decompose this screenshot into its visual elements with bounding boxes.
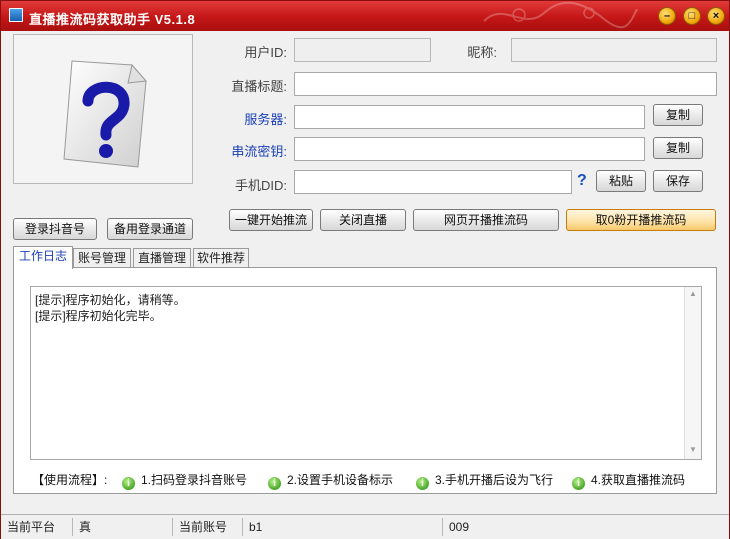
app-icon (9, 8, 23, 22)
usage-title: 【使用流程】: (32, 473, 108, 487)
info-icon: i (572, 477, 585, 490)
close-live-button[interactable]: 关闭直播 (320, 209, 406, 231)
close-live-label: 关闭直播 (338, 213, 387, 227)
device-did-label: 手机DID: (234, 178, 287, 193)
log-textarea[interactable]: [提示]程序初始化，请稍等。 [提示]程序初始化完毕。 ▲ ▼ (30, 286, 702, 460)
usage-step-1-text: 1.扫码登录抖音账号 (141, 473, 248, 487)
tab-live-manage-label: 直播管理 (137, 251, 186, 265)
login-douyin-button[interactable]: 登录抖音号 (13, 218, 97, 240)
scroll-down-icon[interactable]: ▼ (689, 445, 697, 454)
unknown-file-icon (63, 60, 148, 168)
title-bar[interactable]: 直播推流码获取助手 V5.1.8 – □ × (1, 1, 729, 31)
maximize-button[interactable]: □ (683, 7, 701, 25)
tab-software-recommend[interactable]: 软件推荐 (193, 248, 249, 268)
usage-step-3: i 3.手机开播后设为飞行 (416, 471, 553, 490)
log-line: [提示]程序初始化，请稍等。 (35, 293, 186, 307)
status-platform-label: 当前平台 (1, 518, 73, 536)
device-did-input[interactable] (294, 170, 572, 194)
copy-server-label: 复制 (665, 108, 690, 122)
start-push-label: 一键开始推流 (234, 213, 307, 227)
log-scrollbar[interactable]: ▲ ▼ (684, 287, 701, 459)
zero-fans-push-code-label: 取0粉开播推流码 (595, 213, 687, 227)
stream-key-input[interactable] (294, 137, 645, 161)
user-id-field[interactable] (294, 38, 431, 62)
backup-login-label: 备用登录通道 (113, 222, 186, 236)
tab-work-log-label: 工作日志 (18, 249, 67, 263)
nickname-label: 昵称: (467, 45, 497, 60)
usage-step-4: i 4.获取直播推流码 (572, 471, 685, 490)
scroll-up-icon[interactable]: ▲ (689, 289, 697, 298)
copy-stream-key-button[interactable]: 复制 (653, 137, 703, 159)
status-account-value: b1 (243, 518, 443, 536)
start-push-button[interactable]: 一键开始推流 (229, 209, 313, 231)
live-title-input[interactable] (294, 72, 717, 96)
live-title-label: 直播标题: (231, 79, 287, 94)
status-extra-value: 009 (449, 520, 470, 534)
stream-key-label: 串流密钥: (231, 144, 287, 159)
web-push-code-label: 网页开播推流码 (443, 213, 528, 227)
usage-step-2-text: 2.设置手机设备标示 (287, 473, 394, 487)
close-button[interactable]: × (707, 7, 725, 25)
tab-live-manage[interactable]: 直播管理 (133, 248, 191, 268)
decorative-swirl-icon (483, 1, 638, 29)
copy-stream-key-label: 复制 (665, 141, 690, 155)
window-title: 直播推流码获取助手 V5.1.8 (29, 12, 196, 27)
help-icon[interactable]: ? (577, 172, 587, 190)
login-douyin-label: 登录抖音号 (24, 222, 85, 236)
server-label: 服务器: (244, 112, 287, 127)
work-log-panel: [提示]程序初始化，请稍等。 [提示]程序初始化完毕。 ▲ ▼ 【使用流程】: … (13, 267, 717, 494)
user-id-label: 用户ID: (244, 45, 287, 60)
save-button[interactable]: 保存 (653, 170, 703, 192)
status-bar: 当前平台 真 当前账号 b1 009 (1, 514, 729, 539)
status-account-label: 当前账号 (173, 518, 243, 536)
paste-label: 粘贴 (608, 174, 633, 188)
log-line: [提示]程序初始化完毕。 (35, 309, 162, 323)
paste-button[interactable]: 粘贴 (596, 170, 646, 192)
tab-account-manage-label: 账号管理 (77, 251, 126, 265)
usage-step-4-text: 4.获取直播推流码 (591, 473, 686, 487)
tab-work-log[interactable]: 工作日志 (13, 246, 73, 269)
app-window: 直播推流码获取助手 V5.1.8 – □ × 登录抖音号 备用登录通道 用户ID… (0, 0, 730, 539)
info-icon: i (416, 477, 429, 490)
server-input[interactable] (294, 105, 645, 129)
minimize-button[interactable]: – (658, 7, 676, 25)
save-label: 保存 (665, 174, 690, 188)
usage-step-3-text: 3.手机开播后设为飞行 (435, 473, 554, 487)
usage-step-2: i 2.设置手机设备标示 (268, 471, 393, 490)
backup-login-button[interactable]: 备用登录通道 (107, 218, 193, 240)
web-push-code-button[interactable]: 网页开播推流码 (413, 209, 559, 231)
tab-account-manage[interactable]: 账号管理 (73, 248, 131, 268)
avatar (13, 34, 193, 184)
zero-fans-push-code-button[interactable]: 取0粉开播推流码 (566, 209, 716, 231)
copy-server-button[interactable]: 复制 (653, 104, 703, 126)
status-platform-value: 真 (73, 518, 173, 536)
nickname-field[interactable] (511, 38, 717, 62)
info-icon: i (268, 477, 281, 490)
info-icon: i (122, 477, 135, 490)
tab-software-recommend-label: 软件推荐 (196, 251, 245, 265)
usage-step-1: i 1.扫码登录抖音账号 (122, 471, 247, 490)
